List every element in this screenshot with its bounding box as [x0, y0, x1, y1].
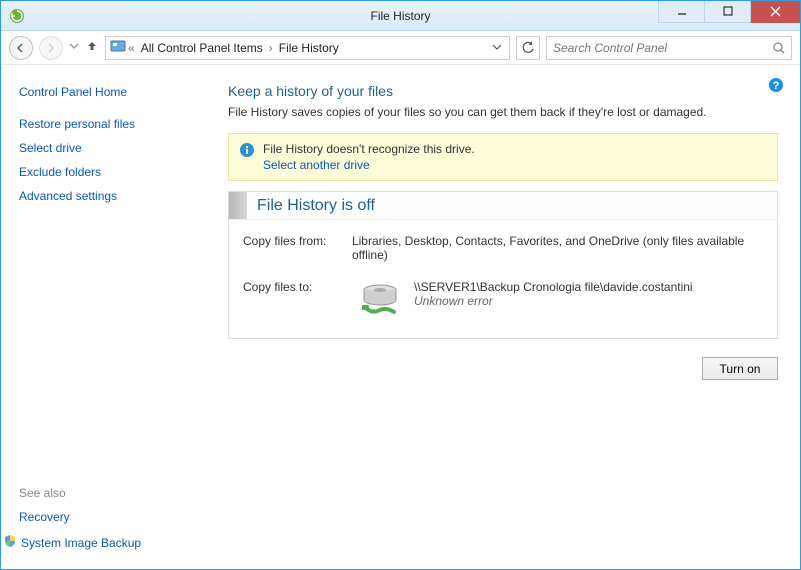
breadcrumb-separator: › [269, 41, 273, 55]
copy-to-label: Copy files to: [243, 280, 338, 294]
breadcrumb-all-items[interactable]: All Control Panel Items [137, 41, 267, 55]
sidebar-select-drive[interactable]: Select drive [19, 141, 206, 155]
copy-to-error: Unknown error [414, 294, 693, 308]
see-also-heading: See also [19, 486, 206, 500]
sidebar-heading[interactable]: Control Panel Home [19, 85, 206, 99]
shield-icon [3, 534, 17, 551]
maximize-button[interactable] [704, 1, 750, 23]
sidebar-recovery[interactable]: Recovery [19, 510, 206, 524]
info-icon [239, 142, 255, 158]
drive-icon [356, 280, 404, 320]
refresh-button[interactable] [516, 36, 540, 60]
sidebar-system-image-backup[interactable]: System Image Backup [21, 536, 141, 550]
copy-from-value: Libraries, Desktop, Contacts, Favorites,… [352, 234, 765, 262]
search-box[interactable] [546, 36, 792, 60]
sidebar: Control Panel Home Restore personal file… [1, 65, 216, 569]
app-icon [9, 8, 25, 24]
status-title: File History is off [247, 197, 375, 215]
navigation-bar: « All Control Panel Items › File History [1, 31, 800, 65]
sidebar-restore-personal-files[interactable]: Restore personal files [19, 117, 206, 131]
search-icon[interactable] [767, 41, 791, 55]
status-panel: File History is off Copy files from: Lib… [228, 191, 778, 339]
minimize-button[interactable] [658, 1, 704, 23]
main-panel: ? Keep a history of your files File Hist… [216, 65, 800, 569]
close-button[interactable] [750, 1, 800, 23]
help-icon[interactable]: ? [768, 77, 784, 93]
turn-on-button[interactable]: Turn on [702, 357, 778, 380]
info-bar: File History doesn't recognize this driv… [228, 133, 778, 181]
sidebar-advanced-settings[interactable]: Advanced settings [19, 189, 206, 203]
breadcrumb-prefix: « [128, 41, 135, 55]
sidebar-exclude-folders[interactable]: Exclude folders [19, 165, 206, 179]
info-message: File History doesn't recognize this driv… [263, 142, 475, 156]
page-heading: Keep a history of your files [228, 83, 778, 99]
title-bar: File History [1, 1, 800, 31]
svg-text:?: ? [773, 80, 780, 92]
copy-from-label: Copy files from: [243, 234, 334, 248]
address-bar[interactable]: « All Control Panel Items › File History [105, 36, 510, 60]
control-panel-icon [110, 38, 126, 57]
status-accent [229, 192, 247, 219]
copy-to-value: \\SERVER1\Backup Cronologia file\davide.… [414, 280, 693, 294]
forward-button[interactable] [39, 36, 63, 60]
address-dropdown-icon[interactable] [489, 41, 505, 55]
recent-locations-button[interactable] [69, 41, 79, 54]
breadcrumb-file-history[interactable]: File History [275, 41, 343, 55]
back-button[interactable] [9, 36, 33, 60]
select-another-drive-link[interactable]: Select another drive [263, 158, 370, 172]
page-subtitle: File History saves copies of your files … [228, 105, 778, 119]
search-input[interactable] [547, 37, 767, 59]
up-button[interactable] [85, 39, 99, 56]
